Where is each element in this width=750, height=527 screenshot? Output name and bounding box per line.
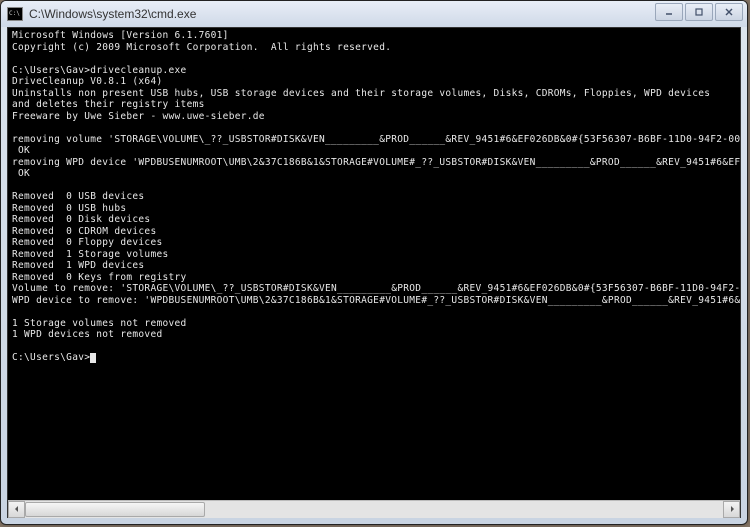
close-icon [724,7,734,17]
cmd-icon [7,7,23,21]
scroll-right-button[interactable] [723,501,740,518]
minimize-button[interactable] [655,3,683,21]
chevron-right-icon [728,505,736,513]
console-frame: Microsoft Windows [Version 6.1.7601] Cop… [7,27,741,518]
minimize-icon [664,7,674,17]
horizontal-scrollbar[interactable] [8,500,740,517]
close-button[interactable] [715,3,743,21]
scroll-left-button[interactable] [8,501,25,518]
maximize-button[interactable] [685,3,713,21]
scroll-track[interactable] [25,501,723,518]
window-title: C:\Windows\system32\cmd.exe [29,7,196,21]
maximize-icon [694,7,704,17]
cursor [90,353,96,363]
chevron-left-icon [13,505,21,513]
titlebar[interactable]: C:\Windows\system32\cmd.exe [1,1,747,27]
window-controls [653,3,743,21]
scroll-thumb[interactable] [25,502,205,517]
console-output[interactable]: Microsoft Windows [Version 6.1.7601] Cop… [8,28,740,500]
cmd-window: C:\Windows\system32\cmd.exe Microsoft Wi… [0,0,748,525]
prompt-line: C:\Users\Gav> [12,352,90,363]
